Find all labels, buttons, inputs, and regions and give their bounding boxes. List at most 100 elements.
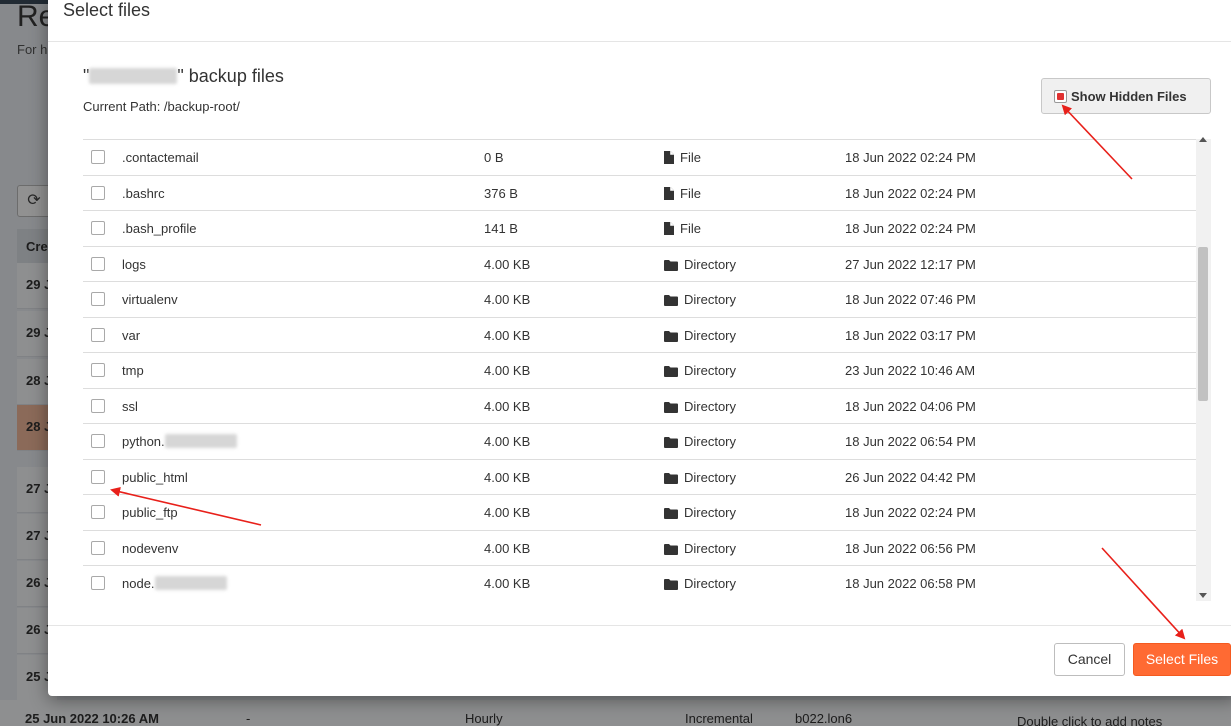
file-type: Directory [664,328,736,345]
modal-footer: Cancel Select Files [48,625,1231,696]
file-modified-date: 18 Jun 2022 06:56 PM [845,540,976,556]
folder-icon [664,365,678,380]
file-row[interactable]: .contactemail 0 B File 18 Jun 2022 02:24 PM [83,140,1196,176]
file-type: Directory [664,363,736,380]
file-size: 4.00 KB [484,398,531,414]
file-select-checkbox[interactable] [91,327,105,342]
show-hidden-checkbox[interactable] [1054,90,1067,103]
file-type: Directory [664,434,736,451]
file-modified-date: 27 Jun 2022 12:17 PM [845,256,976,272]
file-type: File [664,186,701,203]
file-type: File [664,150,701,167]
file-row[interactable]: public_ftp 4.00 KB Directory 18 Jun 2022 02… [83,495,1196,531]
file-type: Directory [664,399,736,416]
file-name: .contactemail [122,150,199,165]
modal-header: Select files [48,0,1231,42]
file-row[interactable]: ssl 4.00 KB Directory 18 Jun 2022 04:06 PM [83,389,1196,424]
cancel-button[interactable]: Cancel [1054,643,1125,676]
file-modified-date: 18 Jun 2022 02:24 PM [845,150,976,165]
file-name: var [122,327,141,343]
file-select-checkbox[interactable] [91,363,105,377]
modal-title: Select files [63,0,151,20]
file-type: Directory [664,576,736,593]
folder-icon [664,401,678,416]
folder-icon [664,543,678,558]
scroll-up-arrow[interactable] [1199,137,1207,142]
file-select-checkbox[interactable] [91,434,105,448]
file-size: 4.00 KB [484,327,531,343]
file-select-checkbox[interactable] [91,540,105,555]
file-modified-date: 26 Jun 2022 04:42 PM [845,469,976,485]
file-modified-date: 18 Jun 2022 06:54 PM [845,434,976,449]
file-icon [664,186,674,203]
file-type: File [664,221,701,238]
file-row[interactable]: python. 4.00 KB Directory 18 Jun 2022 06:54… [83,424,1196,460]
file-modified-date: 18 Jun 2022 02:24 PM [845,185,976,201]
file-modified-date: 18 Jun 2022 04:06 PM [845,398,976,414]
file-size: 141 B [484,221,518,236]
file-modified-date: 18 Jun 2022 07:46 PM [845,292,976,307]
folder-icon [664,578,678,593]
file-size: 4.00 KB [484,505,531,520]
file-type: Directory [664,292,736,309]
file-size: 4.00 KB [484,363,531,378]
file-select-checkbox[interactable] [91,505,105,519]
file-name: public_html [122,469,188,485]
file-select-checkbox[interactable] [91,576,105,590]
file-name: .bashrc [122,185,165,201]
folder-icon [664,294,678,309]
folder-icon [664,507,678,522]
file-row[interactable]: tmp 4.00 KB Directory 23 Jun 2022 10:46 AM [83,353,1196,389]
file-name: logs [122,256,146,272]
folder-icon [664,472,678,487]
file-row[interactable]: node. 4.00 KB Directory 18 Jun 2022 06:58 P… [83,566,1196,601]
file-size: 4.00 KB [484,256,531,272]
file-row[interactable]: virtualenv 4.00 KB Directory 18 Jun 2022 07… [83,282,1196,318]
file-select-checkbox[interactable] [91,469,105,484]
scroll-down-arrow[interactable] [1199,593,1207,598]
file-modified-date: 23 Jun 2022 10:46 AM [845,363,976,378]
file-type: Directory [664,505,736,522]
file-name: .bash_profile [122,221,197,236]
file-modified-date: 18 Jun 2022 06:58 PM [845,576,976,591]
file-name: virtualenv [122,292,178,307]
file-name: node. [122,576,227,591]
file-icon [664,151,674,167]
file-row[interactable]: logs 4.00 KB Directory 27 Jun 2022 12:17 PM [83,247,1196,282]
file-size: 4.00 KB [484,434,531,449]
file-name: public_ftp [122,505,178,520]
file-name: tmp [122,363,144,378]
current-path: Current Path: /backup-root/ [83,99,240,114]
file-select-checkbox[interactable] [91,398,105,413]
file-type: Directory [664,470,736,487]
file-row[interactable]: public_html 4.00 KB Directory 26 Jun 2022 0… [83,460,1196,495]
file-select-checkbox[interactable] [91,256,105,271]
redacted-name-part [154,576,227,590]
file-row[interactable]: .bash_profile 141 B File 18 Jun 2022 02:24 … [83,211,1196,247]
file-size: 4.00 KB [484,469,531,485]
file-name: nodevenv [122,540,179,556]
file-row[interactable]: nodevenv 4.00 KB Directory 18 Jun 2022 06:5… [83,531,1196,566]
backup-files-title: " " backup files [83,66,284,87]
file-row[interactable]: var 4.00 KB Directory 18 Jun 2022 03:17 PM [83,318,1196,353]
file-size: 4.00 KB [484,576,531,591]
file-modified-date: 18 Jun 2022 02:24 PM [845,221,976,236]
select-files-button[interactable]: Select Files [1133,643,1231,676]
file-select-checkbox[interactable] [91,150,105,164]
file-select-checkbox[interactable] [91,185,105,200]
file-modified-date: 18 Jun 2022 02:24 PM [845,505,976,520]
file-icon [664,222,674,238]
file-size: 4.00 KB [484,292,531,307]
show-hidden-files-button[interactable]: Show Hidden Files [1041,78,1211,114]
file-select-checkbox[interactable] [91,292,105,306]
file-select-checkbox[interactable] [91,221,105,235]
file-size: 0 B [484,150,504,165]
redacted-account-name [89,68,178,84]
folder-icon [664,330,678,345]
scroll-thumb[interactable] [1198,247,1208,401]
file-row[interactable]: .bashrc 376 B File 18 Jun 2022 02:24 PM [83,176,1196,211]
redacted-name-part [164,434,237,448]
file-list-scrollbar[interactable] [1196,137,1211,601]
file-type: Directory [664,257,736,274]
file-size: 376 B [484,185,518,201]
